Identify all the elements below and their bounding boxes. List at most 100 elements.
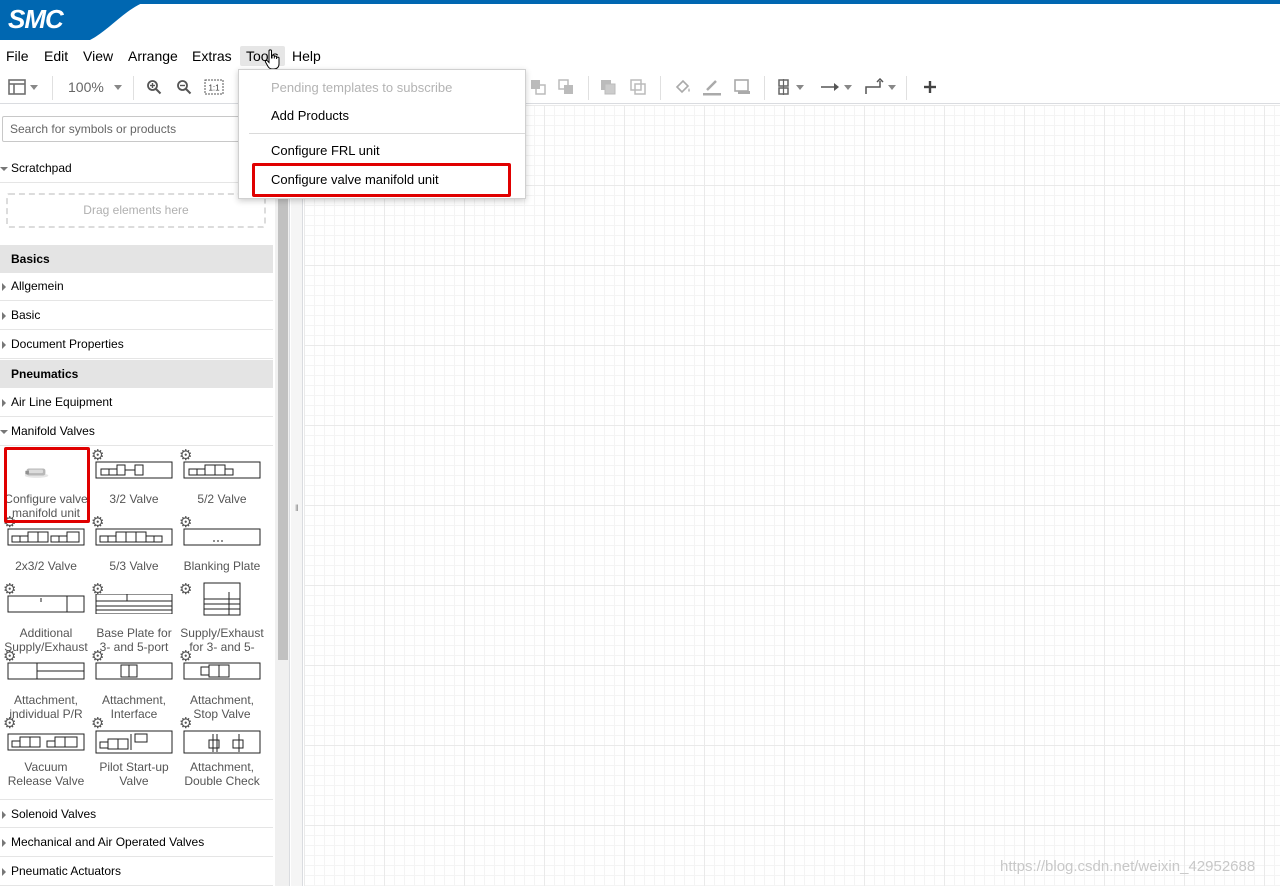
chevron-right-icon <box>2 312 6 320</box>
zoom-in-button[interactable] <box>146 76 162 98</box>
gear-icon: ⚙ <box>3 715 17 732</box>
toolbar-divider <box>764 76 765 100</box>
menu-item-pending-templates[interactable]: Pending templates to subscribe <box>239 74 525 102</box>
menu-arrange[interactable]: Arrange <box>122 46 184 66</box>
tile-base-plate[interactable]: ⚙ Base Plate for 3- and 5-port <box>91 582 177 654</box>
actual-size-icon: 1:1 <box>204 79 224 95</box>
line-color-button[interactable] <box>702 76 722 98</box>
shadow-icon <box>734 79 750 94</box>
menu-help[interactable]: Help <box>286 46 327 66</box>
menu-edit[interactable]: Edit <box>38 46 74 66</box>
align-icon <box>778 79 789 95</box>
sidebar-item-label: Document Properties <box>11 337 124 351</box>
gear-icon: ⚙ <box>91 715 105 732</box>
panel-layout-icon <box>8 79 26 95</box>
sidebar-item-label: Solenoid Valves <box>11 807 97 821</box>
sidebar-item-air-line-equipment[interactable]: Air Line Equipment <box>0 388 273 417</box>
splitter-grip-icon[interactable]: ‖ <box>295 503 299 513</box>
sidebar-item-manifold-valves[interactable]: Manifold Valves <box>0 417 273 446</box>
fill-bucket-icon <box>675 79 690 94</box>
smc-logo[interactable]: SMC <box>8 4 64 35</box>
watermark: https://blog.csdn.net/weixin_42952688 <box>1000 858 1256 875</box>
toolbar-divider <box>588 76 589 100</box>
to-back-button[interactable] <box>558 76 574 98</box>
tile-blanking-plate[interactable]: ⚙ Blanking Plate <box>179 515 265 581</box>
tile-vacuum-release-valve[interactable]: ⚙ Vacuum Release Valve <box>3 715 89 788</box>
sidebar-item-label: Pneumatic Actuators <box>11 864 122 878</box>
scratchpad-section[interactable]: Scratchpad <box>0 154 273 183</box>
zoom-select[interactable]: 100% <box>68 76 122 98</box>
pneumatics-header: Pneumatics <box>0 360 273 388</box>
tile-5-2-valve[interactable]: ⚙ 5/2 Valve <box>179 448 265 514</box>
copy-button[interactable] <box>630 76 646 98</box>
chevron-down-icon <box>844 84 852 90</box>
tile-attachment-stop-valve[interactable]: ⚙ Attachment, Stop Valve <box>179 649 265 721</box>
fill-color-button[interactable] <box>674 76 692 98</box>
tile-attachment-interface[interactable]: ⚙ Attachment, Interface <box>91 649 177 721</box>
check-valve-icon <box>183 730 261 754</box>
sidebar-item-label: Allgemein <box>11 279 64 293</box>
supply-exhaust-icon <box>7 595 85 613</box>
waypoints-button[interactable] <box>864 76 896 98</box>
valve-symbol-icon <box>7 528 85 546</box>
tile-attachment-double-check[interactable]: ⚙ Attachment, Double Check <box>179 715 265 788</box>
tile-3-2-valve[interactable]: ⚙ 3/2 Valve <box>91 448 177 514</box>
zoom-out-icon <box>177 80 192 95</box>
top-header: SMC <box>0 0 1280 40</box>
tile-pilot-start-up-valve[interactable]: ⚙ Pilot Start-up Valve <box>91 715 177 788</box>
tile-label: Attachment, Double Check <box>184 760 260 788</box>
attachment-icon <box>95 662 173 680</box>
diagram-canvas[interactable] <box>304 105 1280 886</box>
highlight-box <box>4 447 90 523</box>
sidebar-item-allgemein[interactable]: Allgemein <box>0 272 273 301</box>
menu-extras[interactable]: Extras <box>186 46 238 66</box>
menu-item-add-products[interactable]: Add Products <box>239 102 525 130</box>
menu-item-configure-frl[interactable]: Configure FRL unit <box>239 137 525 165</box>
connection-style-button[interactable] <box>820 76 852 98</box>
tile-5-3-valve[interactable]: ⚙ 5/3 Valve <box>91 515 177 581</box>
scratchpad-dropzone[interactable]: Drag elements here <box>6 193 266 228</box>
chevron-right-icon <box>2 341 6 349</box>
sidebar-item-mechanical-valves[interactable]: Mechanical and Air Operated Valves <box>0 828 273 857</box>
to-front-button[interactable] <box>530 76 546 98</box>
tools-dropdown: Pending templates to subscribe Add Produ… <box>238 69 526 199</box>
sidebar-item-document-properties[interactable]: Document Properties <box>0 330 273 359</box>
tile-supply-exhaust-3-5[interactable]: ⚙ Supply/Exhaust for 3- and 5- <box>179 581 265 654</box>
attachment-icon <box>183 662 261 680</box>
actual-size-button[interactable]: 1:1 <box>204 76 224 98</box>
brand-line <box>0 0 1280 4</box>
chevron-right-icon <box>2 868 6 876</box>
menu-view[interactable]: View <box>77 46 119 66</box>
to-back-icon <box>558 79 573 94</box>
scratchpad-label: Scratchpad <box>11 161 72 175</box>
sidebar-item-solenoid-valves[interactable]: Solenoid Valves <box>0 799 273 828</box>
insert-button[interactable] <box>922 76 938 98</box>
align-button[interactable] <box>776 76 804 98</box>
duplicate-button[interactable] <box>600 76 616 98</box>
valve-symbol-icon <box>95 461 173 479</box>
zoom-out-button[interactable] <box>176 76 192 98</box>
attachment-icon <box>7 662 85 680</box>
menu-file[interactable]: File <box>0 46 35 66</box>
tile-additional-supply-exhaust[interactable]: ⚙ Additional Supply/Exhaust <box>3 582 89 654</box>
sidebar-item-pneumatic-actuators[interactable]: Pneumatic Actuators <box>0 857 273 886</box>
plus-icon <box>924 81 936 93</box>
sidebar-item-label: Basic <box>11 308 41 322</box>
tile-2x3-2-valve[interactable]: ⚙ 2x3/2 Valve <box>3 515 89 581</box>
chevron-down-icon <box>0 167 8 171</box>
menu-divider <box>249 133 525 134</box>
gear-icon: ⚙ <box>179 581 193 598</box>
panel-splitter[interactable] <box>291 105 303 886</box>
tile-attachment-individual-pr[interactable]: ⚙ Attachment, individual P/R <box>3 649 89 721</box>
sidebar-item-label: Air Line Equipment <box>11 395 113 409</box>
hand-cursor-icon <box>264 49 280 70</box>
toolbar-divider <box>660 76 661 100</box>
search-input[interactable] <box>2 116 272 142</box>
tile-label: Pilot Start-up Valve <box>99 760 169 788</box>
format-panel-button[interactable] <box>8 76 38 98</box>
sidebar-item-basic[interactable]: Basic <box>0 301 273 330</box>
shapes-sidebar: Scratchpad Drag elements here Basics All… <box>0 105 290 886</box>
shadow-button[interactable] <box>734 76 752 98</box>
gear-icon: ⚙ <box>179 715 193 732</box>
valve-symbol-icon <box>95 730 173 754</box>
